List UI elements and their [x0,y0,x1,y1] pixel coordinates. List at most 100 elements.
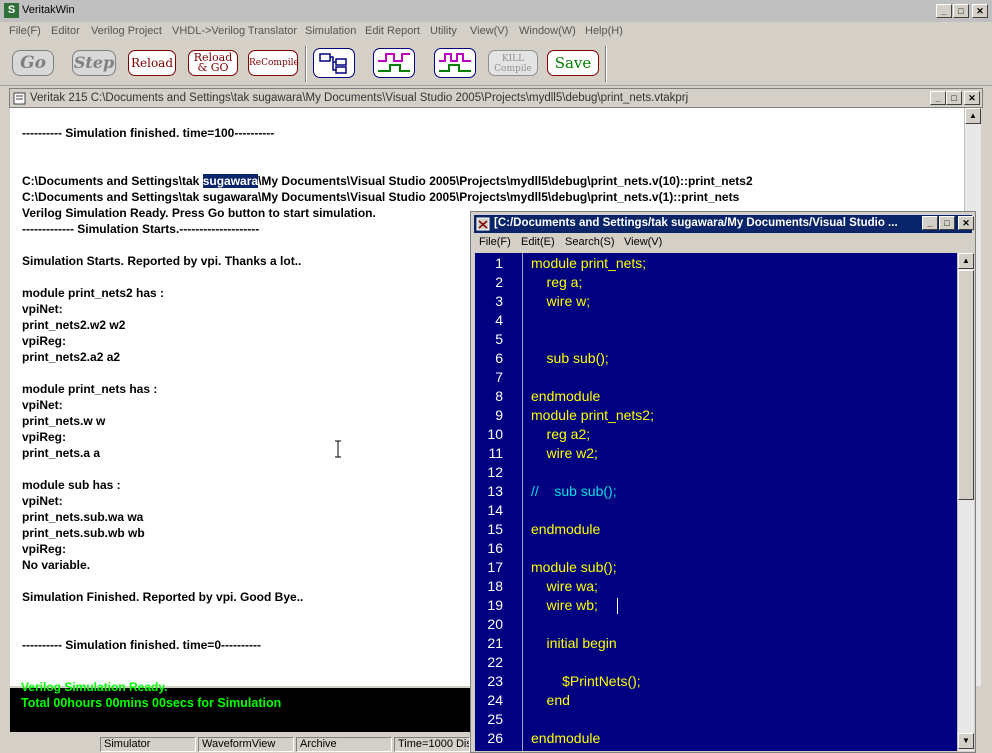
editor-close-button[interactable]: ✕ [958,216,974,230]
log-line: module sub has : [22,478,121,492]
text-cursor-icon [335,440,341,458]
project-maximize-button[interactable]: □ [946,91,962,105]
step-button[interactable]: Step [72,50,116,76]
menu-help[interactable]: Help(H) [585,25,623,37]
line-number: 5 [495,331,503,347]
code-line: endmodule [531,521,601,537]
line-number: 8 [495,388,503,404]
log-line: print_nets.w w [22,414,106,428]
log-line: print_nets.sub.wb wb [22,526,145,540]
statusbar-archive[interactable]: Archive [296,737,392,752]
code-line: wire w; [531,293,591,309]
line-number: 20 [487,616,503,632]
log-line: ---------- Simulation finished. time=0--… [22,638,261,652]
editor-menu-edit[interactable]: Edit(E) [521,236,555,248]
menu-utility[interactable]: Utility [430,25,457,37]
log-line: Simulation Finished. Reported by vpi. Go… [22,590,304,604]
log-line: vpiReg: [22,430,67,444]
project-minimize-button[interactable]: _ [930,91,946,105]
save-button[interactable]: Save [547,50,599,76]
log-line: vpiNet: [22,398,63,412]
log-line: ------------- Simulation Starts.--------… [22,222,260,236]
app-title: VeritakWin [22,4,75,16]
waveform-multi-icon [439,53,471,72]
log-scroll-up-arrow-icon[interactable]: ▲ [965,108,981,124]
log-line: vpiReg: [22,542,67,556]
recompile-button[interactable]: ReCompile [248,50,299,76]
editor-scrollbar[interactable]: ▲ ▼ [957,253,974,751]
line-number: 2 [495,274,503,290]
menu-verilog-project[interactable]: Verilog Project [91,25,162,37]
source-editor-window[interactable]: [C:/Documents and Settings/tak sugawara/… [470,211,976,753]
statusbar-waveform-view[interactable]: WaveformView [198,737,294,752]
line-number: 19 [487,597,503,613]
close-button[interactable]: ✕ [972,4,988,18]
editor-menu-view[interactable]: View(V) [624,236,662,248]
code-line: module sub(); [531,559,617,575]
hierarchy-button[interactable] [313,48,355,78]
menu-bar: File(F) Editor Verilog Project VHDL->Ver… [0,22,992,42]
menu-editor[interactable]: Editor [51,25,80,37]
log-line: print_nets.sub.wa wa [22,510,144,524]
log-line: C:\Documents and Settings\tak sugawara\M… [22,190,740,204]
code-line: reg a; [531,274,583,290]
menu-edit-report[interactable]: Edit Report [365,25,420,37]
log-line: No variable. [22,558,91,572]
editor-maximize-button[interactable]: □ [939,216,955,230]
editor-scroll-thumb[interactable] [958,270,974,500]
statusbar-time: Time=1000 Dis [394,737,470,752]
editor-menu-search[interactable]: Search(S) [565,236,615,248]
line-number: 12 [487,464,503,480]
line-number: 26 [487,730,503,746]
line-number: 7 [495,369,503,385]
code-line: endmodule [531,388,601,404]
log-text: C:\Documents and Settings\tak [22,174,203,188]
editor-scroll-down-arrow-icon[interactable]: ▼ [958,733,974,749]
editor-title-bar[interactable]: [C:/Documents and Settings/tak sugawara/… [474,215,974,233]
reload-go-button[interactable]: Reload & GO [188,50,238,76]
kill-label-2: Compile [494,64,532,74]
log-selection: sugawara [202,174,259,188]
menu-vhdl-translator[interactable]: VHDL->Verilog Translator [172,25,297,37]
line-number: 6 [495,350,503,366]
menu-file[interactable]: File(F) [9,25,41,37]
line-number: 14 [487,502,503,518]
waveform-button[interactable] [373,48,415,78]
line-number: 3 [495,293,503,309]
line-number: 9 [495,407,503,423]
line-number: 1 [495,255,503,271]
line-number: 22 [487,654,503,670]
kill-compile-button[interactable]: KILL Compile [488,50,538,76]
project-window-title-bar[interactable]: Veritak 215 C:\Documents and Settings\ta… [9,88,983,108]
project-close-button[interactable]: ✕ [964,91,980,105]
editor-scroll-up-arrow-icon[interactable]: ▲ [958,253,974,269]
toolbar-separator-2 [605,46,607,82]
log-line: print_nets2.a2 a2 [22,350,121,364]
editor-menu-file[interactable]: File(F) [479,236,511,248]
app-title-bar[interactable]: S VeritakWin _ □ ✕ [0,0,992,22]
log-line: print_nets.a a [22,446,101,460]
code-area[interactable]: 1 module print_nets; 2 reg a; 3 wire w; 4 5 6 … [475,253,957,751]
line-number: 24 [487,692,503,708]
menu-simulation[interactable]: Simulation [305,25,356,37]
waveform-multi-button[interactable] [434,48,476,78]
log-line: Verilog Simulation Ready. Press Go butto… [22,206,376,220]
reload-button[interactable]: Reload [128,50,176,76]
menu-window[interactable]: Window(W) [519,25,576,37]
app-icon: S [4,3,19,18]
maximize-button[interactable]: □ [953,4,969,18]
menu-view[interactable]: View(V) [470,25,508,37]
line-number: 25 [487,711,503,727]
code-line: // sub sub(); [531,483,617,499]
editor-minimize-button[interactable]: _ [922,216,938,230]
minimize-button[interactable]: _ [936,4,952,18]
code-line: $PrintNets(); [531,673,641,689]
code-line: sub sub(); [531,350,609,366]
toolbar: Go Step Reload Reload & GO ReCompile KIL… [0,42,992,86]
code-line: endmodule [531,730,601,746]
log-line: C:\Documents and Settings\tak sugawara\M… [22,174,753,188]
code-line: module print_nets2; [531,407,654,423]
code-line: wire wa; [531,578,598,594]
statusbar-simulator[interactable]: Simulator [100,737,196,752]
go-button[interactable]: Go [12,50,54,76]
